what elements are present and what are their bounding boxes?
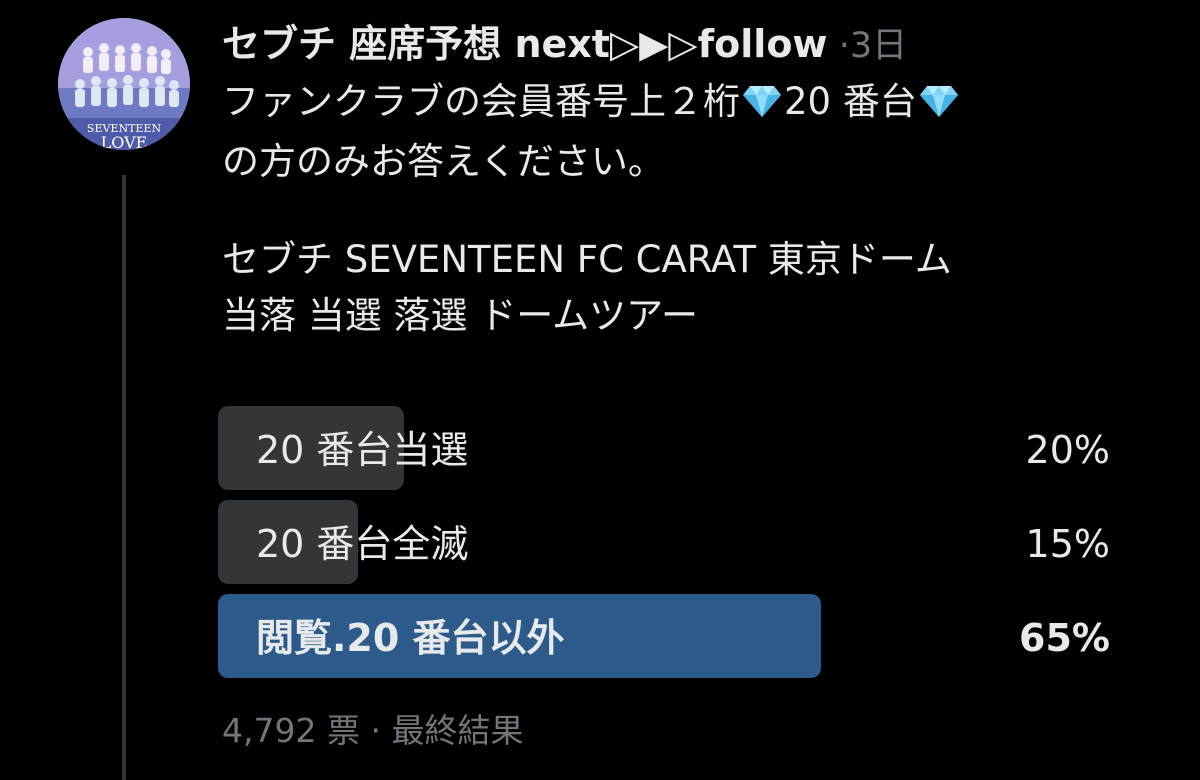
poll-option-winner: 閲覧.20 番台以外 65% bbox=[218, 594, 1110, 678]
poll-option-percent: 65% bbox=[1019, 616, 1110, 660]
poll-option-percent: 15% bbox=[1025, 522, 1110, 566]
poll-option-label: 20 番台当選 bbox=[256, 428, 469, 472]
poll-option: 20 番台全滅 15% bbox=[218, 500, 1110, 584]
gem-stone-icon bbox=[919, 78, 959, 134]
tweet-content: セブチ 座席予想 next▷▶▷follow ·3日 ファンクラブの会員番号上２… bbox=[222, 14, 1122, 344]
display-name[interactable]: セブチ 座席予想 next▷▶▷follow bbox=[222, 22, 828, 66]
vote-count: 4,792 票 bbox=[222, 711, 360, 750]
tweet-header: セブチ 座席予想 next▷▶▷follow ·3日 bbox=[222, 14, 1122, 76]
tweet-text-line-3: セブチ SEVENTEEN FC CARAT 東京ドーム bbox=[222, 238, 952, 281]
tweet-text: ファンクラブの会員番号上２桁 20 番台 の方のみお答えください。 セブチ SEV… bbox=[222, 74, 1122, 344]
footer-separator: · bbox=[370, 711, 381, 750]
timestamp[interactable]: 3日 bbox=[850, 26, 907, 66]
poll-footer: 4,792 票 · 最終結果 bbox=[222, 704, 523, 752]
tweet-text-line-2: の方のみお答えください。 bbox=[222, 140, 665, 183]
avatar[interactable]: SEVENTEEN LOVE bbox=[58, 18, 190, 150]
poll-option: 20 番台当選 20% bbox=[218, 406, 1110, 490]
thread-line bbox=[122, 175, 126, 780]
tweet-text-line-4: 当落 当選 落選 ドームツアー bbox=[222, 294, 698, 337]
tweet-text-line-1: ファンクラブの会員番号上２桁 20 番台 bbox=[222, 74, 1122, 134]
gem-stone-icon bbox=[742, 78, 782, 134]
poll-option-label: 閲覧.20 番台以外 bbox=[256, 616, 565, 660]
meta-separator: · bbox=[838, 26, 850, 66]
poll: 20 番台当選 20% 20 番台全滅 15% 閲覧.20 番台以外 65% bbox=[218, 406, 1110, 688]
svg-text:LOVE: LOVE bbox=[101, 133, 148, 150]
poll-option-label: 20 番台全滅 bbox=[256, 522, 469, 566]
poll-option-percent: 20% bbox=[1025, 428, 1110, 472]
poll-status: 最終結果 bbox=[391, 711, 524, 750]
group-photo-icon: SEVENTEEN LOVE bbox=[58, 18, 190, 150]
